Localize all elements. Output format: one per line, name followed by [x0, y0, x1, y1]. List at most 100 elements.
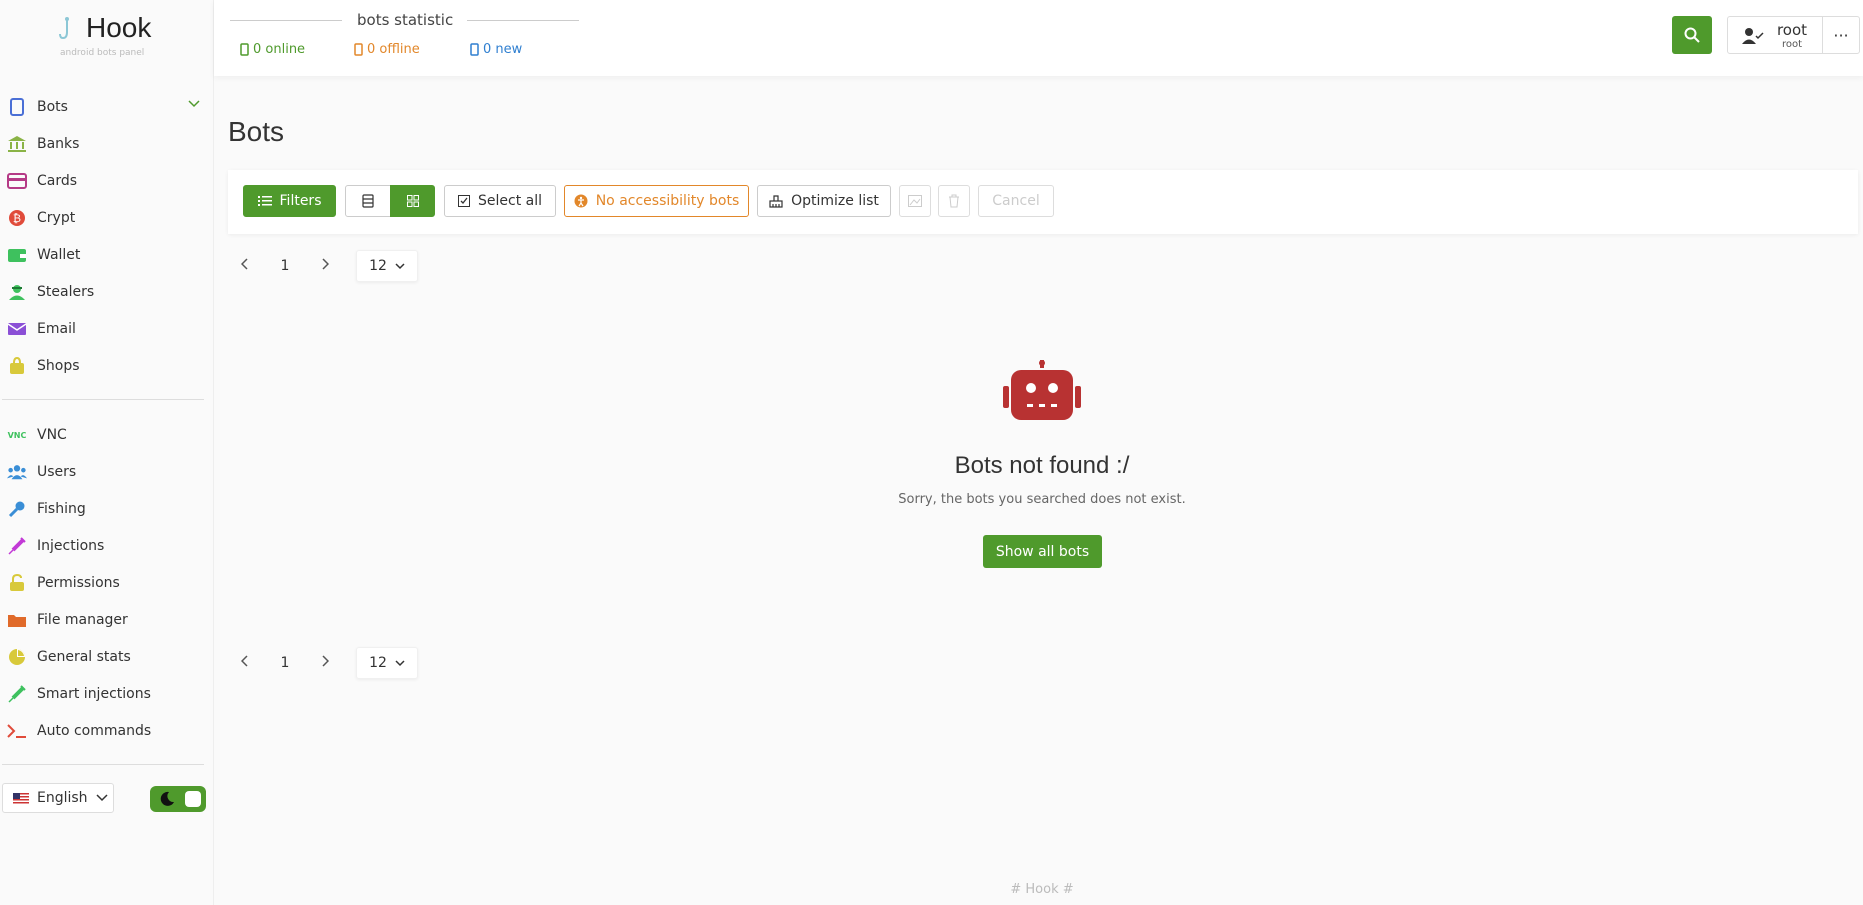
sidebar-item-label: Injections — [37, 537, 105, 554]
users-icon — [7, 462, 27, 482]
divider-line — [467, 20, 579, 21]
syringe-icon — [7, 684, 27, 704]
sidebar-item-fishing[interactable]: Fishing — [0, 490, 214, 527]
empty-state-title: Bots not found :/ — [954, 452, 1130, 479]
sidebar-item-injections[interactable]: Injections — [0, 527, 214, 564]
image-icon — [908, 195, 922, 207]
next-page-button[interactable] — [308, 258, 342, 274]
optimize-list-button[interactable]: Optimize list — [757, 185, 891, 217]
sidebar-item-label: Smart injections — [37, 685, 151, 702]
sidebar-item-cards[interactable]: Cards — [0, 162, 214, 199]
select-all-label: Select all — [478, 193, 542, 209]
next-page-button[interactable] — [308, 655, 342, 671]
sidebar-item-auto-commands[interactable]: Auto commands — [0, 712, 214, 749]
broom-icon — [769, 194, 783, 208]
sidebar-item-label: VNC — [37, 426, 67, 443]
unlock-icon — [7, 573, 27, 593]
toggle-knob — [185, 791, 201, 807]
cancel-label: Cancel — [992, 193, 1040, 209]
divider-line — [230, 20, 342, 21]
filters-label: Filters — [279, 193, 322, 209]
more-options-button[interactable]: ··· — [1822, 16, 1860, 54]
cancel-button[interactable]: Cancel — [978, 185, 1054, 217]
sidebar-item-label: Email — [37, 320, 76, 337]
offline-stat[interactable]: 0 offline — [354, 42, 420, 57]
robot-icon — [1003, 360, 1081, 420]
phone-icon — [240, 43, 249, 56]
chevron-down-icon[interactable] — [188, 100, 200, 108]
chevron-down-icon — [96, 794, 108, 802]
sidebar-item-users[interactable]: Users — [0, 453, 214, 490]
prev-page-button[interactable] — [228, 258, 262, 274]
accessibility-icon — [574, 194, 588, 208]
sidebar-item-bots[interactable]: Bots — [0, 88, 214, 125]
sidebar-item-shops[interactable]: Shops — [0, 347, 214, 384]
user-check-icon — [1742, 28, 1764, 44]
sidebar-item-smart-injections[interactable]: Smart injections — [0, 675, 214, 712]
sidebar-item-label: Cards — [37, 172, 78, 189]
online-stat[interactable]: 0 online — [240, 42, 305, 57]
current-page[interactable]: 1 — [262, 655, 308, 671]
list-view-button[interactable] — [345, 185, 391, 217]
bots-toolbar: Filters Select all No accessibility bots… — [228, 170, 1858, 234]
sidebar-item-label: Permissions — [37, 574, 120, 591]
shop-bag-icon — [7, 356, 27, 376]
trash-icon — [949, 194, 959, 208]
per-page-value: 12 — [369, 258, 387, 274]
sidebar-item-label: Shops — [37, 357, 80, 374]
image-button[interactable] — [899, 185, 931, 217]
per-page-select[interactable]: 12 — [356, 647, 418, 679]
theme-toggle[interactable] — [150, 786, 206, 812]
us-flag-icon — [13, 792, 29, 804]
sidebar-item-banks[interactable]: Banks — [0, 125, 214, 162]
sidebar-item-label: General stats — [37, 648, 131, 665]
grid-view-button[interactable] — [390, 185, 435, 217]
sidebar-divider — [2, 399, 204, 400]
search-button[interactable] — [1672, 16, 1712, 54]
sidebar-nav: Bots Banks Cards ₿ Crypt Wallet Stealers… — [0, 88, 214, 781]
no-accessibility-bots-button[interactable]: No accessibility bots — [564, 185, 749, 217]
sidebar-item-label: Wallet — [37, 246, 81, 263]
prev-page-button[interactable] — [228, 655, 262, 671]
email-icon — [7, 319, 27, 339]
stats-title: bots statistic — [357, 11, 454, 29]
sidebar-item-general-stats[interactable]: General stats — [0, 638, 214, 675]
sidebar-item-vnc[interactable]: VNC VNC — [0, 416, 214, 453]
search-icon — [1684, 27, 1700, 43]
delete-button[interactable] — [938, 185, 970, 217]
current-page[interactable]: 1 — [262, 258, 308, 274]
checkbox-icon — [458, 195, 470, 207]
chevron-down-icon — [395, 659, 405, 666]
per-page-value: 12 — [369, 655, 387, 671]
user-menu-button[interactable]: root root — [1727, 16, 1823, 54]
new-stat[interactable]: 0 new — [470, 42, 522, 57]
pagination-bottom: 1 12 — [228, 647, 418, 679]
sidebar-item-permissions[interactable]: Permissions — [0, 564, 214, 601]
grid-view-icon — [406, 195, 419, 207]
filters-button[interactable]: Filters — [243, 185, 336, 217]
per-page-select[interactable]: 12 — [356, 250, 418, 282]
phone-icon — [354, 43, 363, 56]
card-icon — [7, 171, 27, 191]
brand-name: Hook — [86, 12, 152, 43]
folder-icon — [7, 610, 27, 630]
new-count: 0 new — [483, 42, 523, 57]
sidebar-item-email[interactable]: Email — [0, 310, 214, 347]
sidebar-item-wallet[interactable]: Wallet — [0, 236, 214, 273]
stealer-icon — [7, 282, 27, 302]
sidebar-item-crypt[interactable]: ₿ Crypt — [0, 199, 214, 236]
sidebar-item-label: Auto commands — [37, 722, 152, 739]
sidebar-divider — [2, 764, 204, 765]
show-all-bots-button[interactable]: Show all bots — [983, 535, 1102, 568]
language-select[interactable]: English — [2, 783, 114, 813]
sidebar-item-stealers[interactable]: Stealers — [0, 273, 214, 310]
top-header: bots statistic 0 online 0 offline 0 new — [214, 0, 1863, 76]
sidebar: Hook android bots panel Bots Banks Cards… — [0, 0, 214, 905]
sidebar-item-file-manager[interactable]: File manager — [0, 601, 214, 638]
select-all-button[interactable]: Select all — [444, 185, 556, 217]
sidebar-item-label: Bots — [37, 98, 68, 115]
svg-text:₿: ₿ — [13, 212, 21, 225]
syringe-icon — [7, 536, 27, 556]
offline-count: 0 offline — [367, 42, 420, 57]
online-count: 0 online — [253, 42, 306, 57]
